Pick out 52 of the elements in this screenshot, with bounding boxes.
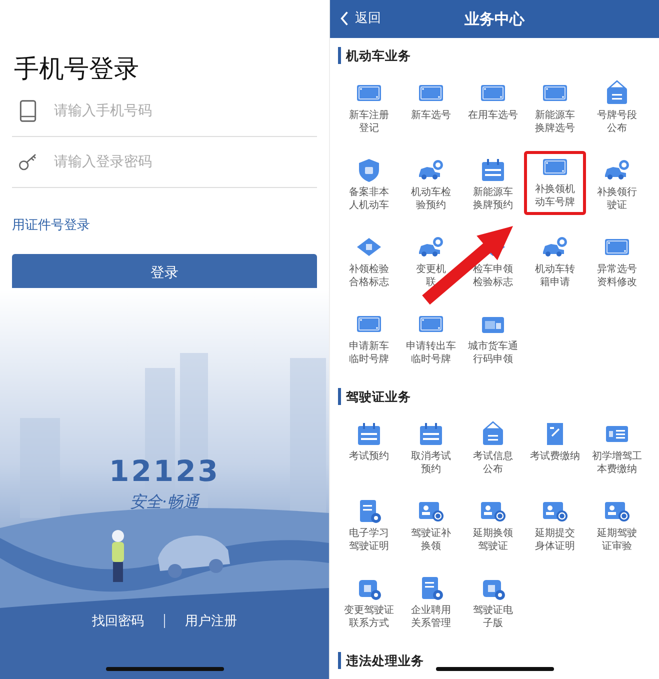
- service-item[interactable]: 机动车检 验预约: [400, 154, 462, 231]
- service-item[interactable]: 新能源车 换牌预约: [462, 154, 524, 231]
- service-item[interactable]: 驾驶证补 换领: [400, 495, 462, 572]
- service-item[interactable]: 企业聘用 关系管理: [400, 572, 462, 649]
- service-item[interactable]: 新能源车 换牌选号: [524, 77, 586, 154]
- key-icon: [18, 151, 38, 173]
- page-title: 手机号登录: [14, 53, 140, 85]
- chevron-left-icon: [340, 10, 349, 26]
- service-item[interactable]: 新车选号: [400, 77, 462, 154]
- service-item[interactable]: 变更机 联: [400, 231, 462, 308]
- service-item[interactable]: 考试预约: [338, 418, 400, 495]
- id-login-link[interactable]: 用证件号登录: [12, 216, 90, 234]
- section-title: 机动车业务: [338, 47, 651, 64]
- calendar-icon: [418, 421, 444, 447]
- shield-icon: [356, 157, 382, 183]
- service-item[interactable]: 补换领机 动车号牌: [524, 151, 586, 215]
- service-item[interactable]: 补领检验 合格标志: [338, 231, 400, 308]
- service-item[interactable]: 考试信息 公布: [462, 418, 524, 495]
- service-item[interactable]: 备案非本 人机动车: [338, 154, 400, 231]
- service-item[interactable]: 考试费缴纳: [524, 418, 586, 495]
- phone-icon: [18, 100, 38, 122]
- section-title: 驾驶证业务: [338, 388, 651, 405]
- logo-slogan: 安全·畅通: [130, 492, 200, 513]
- service-item[interactable]: 初学增驾工 本费缴纳: [586, 418, 648, 495]
- input-field[interactable]: 请输入登录密码: [52, 153, 296, 171]
- screen-title: 业务中心: [464, 10, 524, 28]
- service-item[interactable]: 申请新车 临时号牌: [338, 308, 400, 385]
- service-item[interactable]: 延期提交 身体证明: [524, 495, 586, 572]
- logo-number: 12123: [109, 454, 220, 488]
- service-item[interactable]: 在用车选号: [462, 77, 524, 154]
- service-item[interactable]: 申请转出车 临时号牌: [400, 308, 462, 385]
- hanging-sign-icon: [604, 80, 630, 106]
- login-button[interactable]: 登录: [12, 254, 317, 291]
- service-item[interactable]: 异常选号 资料修改: [586, 231, 648, 308]
- service-item[interactable]: 延期换领 驾驶证: [462, 495, 524, 572]
- service-item[interactable]: 号牌号段 公布: [586, 77, 648, 154]
- service-item[interactable]: 新车注册 登记: [338, 77, 400, 154]
- service-item[interactable]: 驾驶证电 子版: [462, 572, 524, 649]
- service-item[interactable]: 延期驾驶 证审验: [586, 495, 648, 572]
- service-item[interactable]: 补换领行 驶证: [586, 154, 648, 231]
- hanging-sign-icon: [480, 421, 506, 447]
- service-item[interactable]: 城市货车通 行码申领: [462, 308, 524, 385]
- back-button[interactable]: 返回: [340, 9, 381, 27]
- service-item[interactable]: 机动车转 籍申请: [524, 231, 586, 308]
- footer-link[interactable]: 用户注册: [185, 612, 237, 630]
- calendar-icon: [480, 157, 506, 183]
- calendar-icon: [356, 421, 382, 447]
- service-item[interactable]: 电子学习 驾驶证明: [338, 495, 400, 572]
- service-item[interactable]: 变更驾驶证 联系方式: [338, 572, 400, 649]
- footer-link[interactable]: 找回密码: [92, 612, 144, 630]
- service-item[interactable]: 取消考试 预约: [400, 418, 462, 495]
- input-field[interactable]: 请输入手机号码: [52, 102, 296, 120]
